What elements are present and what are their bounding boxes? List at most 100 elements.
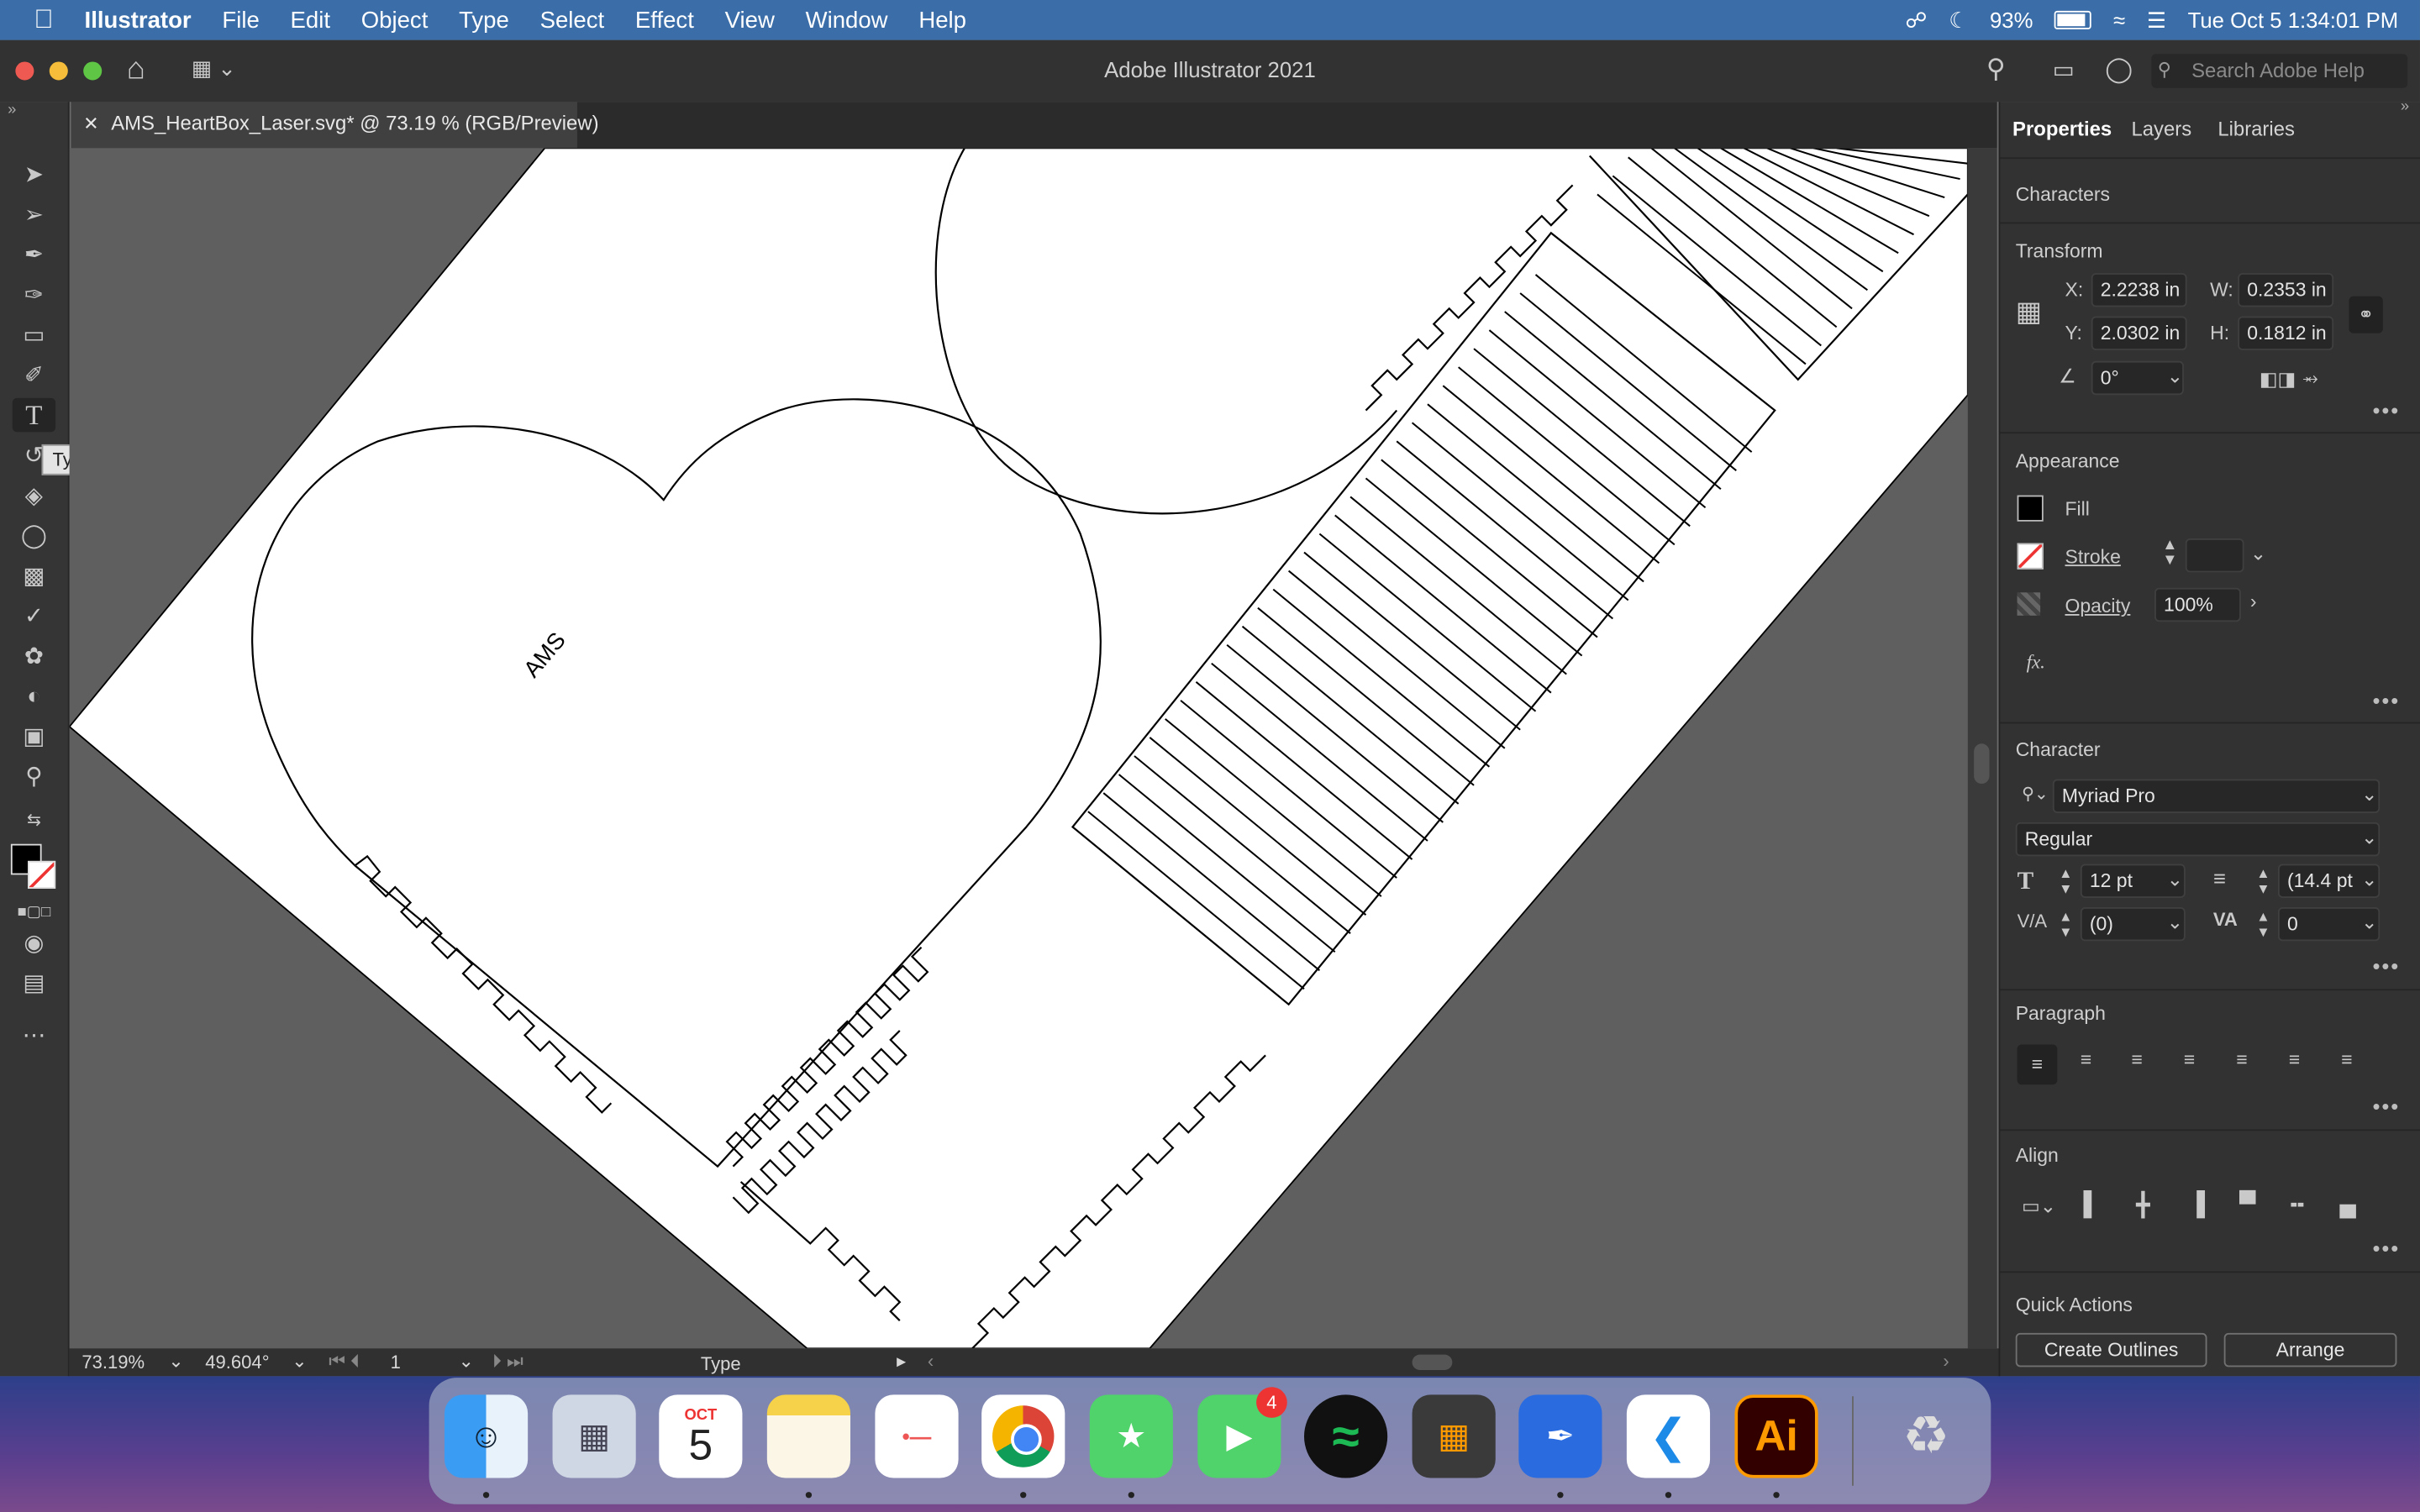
menu-app-name[interactable]: Illustrator: [69, 7, 207, 33]
color-mode-icons[interactable]: ■▢□: [13, 895, 55, 928]
align-vertical-center-icon[interactable]: ╍: [2291, 1191, 2305, 1219]
calculator-icon[interactable]: ▦: [1412, 1394, 1496, 1478]
font-style-dropdown-icon[interactable]: ⌄: [2361, 826, 2377, 848]
appearance-more-icon[interactable]: •••: [2373, 688, 2401, 712]
leading-stepper-icon[interactable]: ▲ ▼: [2256, 865, 2270, 896]
menu-edit[interactable]: Edit: [275, 7, 345, 33]
h-field[interactable]: 0.1812 in: [2238, 316, 2334, 350]
kerning-stepper-icon[interactable]: ▲ ▼: [2059, 909, 2072, 940]
font-family-dropdown-icon[interactable]: ⌄: [2361, 782, 2377, 806]
align-left-icon[interactable]: ▌: [2084, 1191, 2101, 1217]
constrain-proportions-icon[interactable]: ⚭: [2349, 296, 2383, 333]
more-tools-icon[interactable]: ⋯: [13, 1018, 55, 1052]
user-search-icon[interactable]: ⚲: [1986, 54, 2006, 85]
artboard-number[interactable]: 1: [391, 1352, 401, 1373]
artwork[interactable]: AMS: [69, 148, 1968, 1349]
transform-more-icon[interactable]: •••: [2373, 398, 2401, 423]
direct-selection-tool-icon[interactable]: ➢: [13, 197, 55, 231]
close-tab-icon[interactable]: ✕: [83, 102, 98, 144]
artboard-tool-icon[interactable]: ▣: [13, 719, 55, 753]
tab-properties[interactable]: Properties: [2012, 118, 2112, 141]
artboard-nav-first-icon[interactable]: ⏮ ⏴: [329, 1350, 360, 1373]
notes-icon[interactable]: [766, 1394, 851, 1478]
menu-help[interactable]: Help: [903, 7, 981, 33]
font-family-field[interactable]: Myriad Pro: [2052, 779, 2381, 813]
trash-icon[interactable]: ♻: [1885, 1394, 1968, 1478]
battery-icon[interactable]: [2054, 10, 2092, 29]
stroke-dropdown-icon[interactable]: ⌄: [2250, 542, 2266, 565]
swap-fill-stroke-icon[interactable]: ⇆: [13, 802, 55, 836]
flip-horizontal-icon[interactable]: ◧◨: [2260, 367, 2296, 391]
control-center-icon[interactable]: ☰: [2147, 7, 2166, 33]
kerning-dropdown-icon[interactable]: ⌄: [2167, 911, 2183, 933]
lightbulb-icon[interactable]: ◯: [2105, 54, 2133, 85]
illustrator-icon[interactable]: Ai: [1734, 1394, 1818, 1478]
paintbrush-tool-icon[interactable]: ✐: [13, 358, 55, 391]
y-field[interactable]: 2.0302 in: [2091, 316, 2187, 350]
reminders-icon[interactable]: •—: [875, 1394, 959, 1478]
horizontal-scroll-right-icon[interactable]: ›: [1943, 1350, 1949, 1372]
calendar-icon[interactable]: OCT 5: [659, 1394, 743, 1478]
artboard-nav-next-icon[interactable]: ⏵ ⏭: [492, 1350, 523, 1373]
x-field[interactable]: 2.2238 in: [2091, 273, 2187, 307]
font-style-field[interactable]: Regular: [2015, 822, 2381, 857]
tab-libraries[interactable]: Libraries: [2217, 118, 2295, 141]
justify-all-icon[interactable]: ≡: [2341, 1049, 2352, 1071]
panel-arrange-icon[interactable]: ▭: [2053, 55, 2075, 83]
zoom-level[interactable]: 73.19%: [82, 1352, 145, 1373]
align-horizontal-center-icon[interactable]: ╋: [2136, 1191, 2150, 1219]
stroke-color-swatch[interactable]: [2017, 543, 2044, 570]
vscode-icon[interactable]: ❮: [1626, 1394, 1711, 1478]
stroke-stepper-icon[interactable]: ▲ ▼: [2162, 538, 2177, 570]
align-right-icon[interactable]: ▐: [2188, 1191, 2205, 1217]
chrome-icon[interactable]: [981, 1394, 1065, 1478]
creative-cloud-icon[interactable]: ☍: [1905, 7, 1927, 33]
leading-dropdown-icon[interactable]: ⌄: [2361, 867, 2377, 890]
opacity-label[interactable]: Opacity: [2065, 596, 2131, 617]
font-size-dropdown-icon[interactable]: ⌄: [2167, 867, 2183, 890]
horizontal-scroll-left-icon[interactable]: ‹: [928, 1350, 934, 1372]
screen-mode-icon[interactable]: ▤: [13, 966, 55, 1000]
menu-type[interactable]: Type: [444, 7, 524, 33]
zoom-dropdown-icon[interactable]: ⌄: [168, 1350, 183, 1372]
selection-tool-icon[interactable]: ➤: [13, 157, 55, 191]
justify-center-icon[interactable]: ≡: [2236, 1049, 2247, 1071]
create-outlines-button[interactable]: Create Outlines: [2015, 1332, 2207, 1368]
panel-scrollbar[interactable]: [2405, 173, 2417, 1370]
menu-effect[interactable]: Effect: [620, 7, 710, 33]
pen-tool-icon[interactable]: ✒: [13, 238, 55, 271]
font-search-icon[interactable]: ⚲⌄: [2022, 784, 2049, 804]
panel-collapse-icon[interactable]: »: [2401, 99, 2409, 116]
fill-color-swatch[interactable]: [2017, 495, 2044, 522]
eraser-tool-icon[interactable]: ◈: [13, 478, 55, 512]
w-field[interactable]: 0.2353 in: [2238, 273, 2334, 307]
menu-select[interactable]: Select: [524, 7, 619, 33]
draw-mode-icon[interactable]: ◉: [13, 926, 55, 959]
wifi-icon[interactable]: ≈: [2113, 8, 2125, 32]
help-search-input[interactable]: Search Adobe Help: [2151, 54, 2408, 88]
puppet-warp-tool-icon[interactable]: ✿: [13, 638, 55, 672]
arrange-button[interactable]: Arrange: [2223, 1332, 2397, 1368]
reference-point-icon[interactable]: ▦: [2016, 297, 2042, 329]
align-more-icon[interactable]: •••: [2373, 1236, 2401, 1260]
status-menu-arrow-icon[interactable]: ▸: [897, 1350, 906, 1372]
justify-left-icon[interactable]: ≡: [2184, 1049, 2195, 1071]
launchpad-icon[interactable]: ▦: [552, 1394, 636, 1478]
vertical-scrollbar[interactable]: [1967, 148, 1997, 1349]
align-left-text-icon[interactable]: ≡: [2017, 1044, 2058, 1085]
messages-icon[interactable]: ★: [1089, 1394, 1173, 1478]
moon-icon[interactable]: ☾: [1949, 7, 1968, 33]
paragraph-more-icon[interactable]: •••: [2373, 1094, 2401, 1118]
opacity-expand-icon[interactable]: ›: [2250, 591, 2257, 612]
horizontal-scroll-thumb[interactable]: [1412, 1354, 1453, 1370]
finder-icon[interactable]: ☺: [444, 1394, 529, 1478]
apple-menu-icon[interactable]: : [0, 5, 69, 36]
stroke-weight-field[interactable]: [2185, 538, 2244, 573]
script-editor-icon[interactable]: ✒: [1518, 1394, 1602, 1478]
align-right-text-icon[interactable]: ≡: [2131, 1049, 2142, 1071]
justify-right-icon[interactable]: ≡: [2289, 1049, 2300, 1071]
zoom-tool-icon[interactable]: ⚲: [13, 759, 55, 793]
menu-view[interactable]: View: [709, 7, 790, 33]
tracking-stepper-icon[interactable]: ▲ ▼: [2256, 909, 2270, 940]
align-to-dropdown-icon[interactable]: ▭⌄: [2022, 1194, 2056, 1217]
